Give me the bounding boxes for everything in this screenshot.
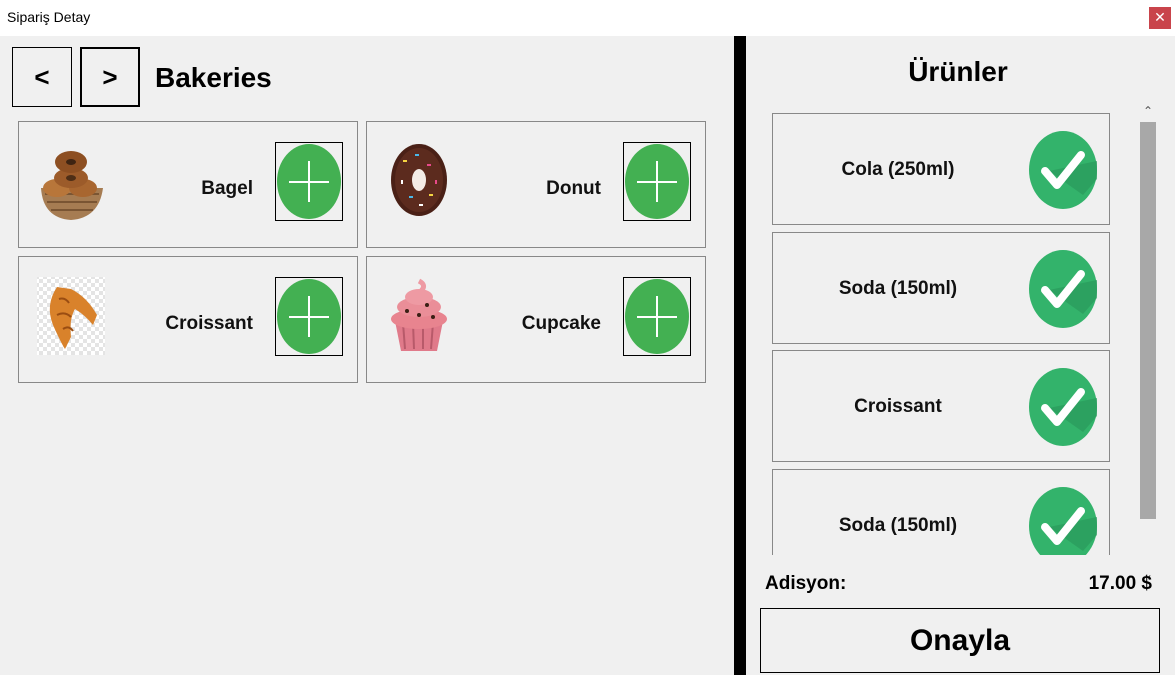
product-card-bagel: Bagel <box>18 121 358 248</box>
list-item[interactable]: Soda (150ml) <box>772 232 1110 344</box>
product-name: Cupcake <box>521 313 601 334</box>
scroll-up-icon[interactable]: ⌃ <box>1138 102 1158 120</box>
product-name: Donut <box>546 178 601 199</box>
product-name: Croissant <box>165 313 253 334</box>
bill-total: 17.00 $ <box>1088 573 1152 594</box>
add-bagel-button[interactable] <box>275 142 343 221</box>
add-croissant-button[interactable] <box>275 277 343 356</box>
donut-image <box>391 144 447 216</box>
list-item[interactable]: Soda (150ml) <box>772 469 1110 555</box>
check-icon <box>1029 250 1097 328</box>
add-cupcake-button[interactable] <box>623 277 691 356</box>
product-card-croissant: Croissant <box>18 256 358 383</box>
check-icon <box>1029 487 1097 555</box>
order-item-name: Cola (250ml) <box>841 159 955 180</box>
order-list-scrollbar[interactable]: ⌃ ⌄ <box>1138 100 1158 581</box>
bill-label: Adisyon: <box>765 573 847 594</box>
plus-icon <box>625 144 689 219</box>
order-item-name: Croissant <box>854 396 942 417</box>
order-item-name: Soda (150ml) <box>838 278 958 299</box>
confirm-button[interactable]: Onayla <box>760 608 1160 673</box>
title-bar: Sipariş Detay ✕ <box>0 0 1175 36</box>
list-item[interactable]: Cola (250ml) <box>772 113 1110 225</box>
plus-icon <box>625 279 689 354</box>
product-card-donut: Donut <box>366 121 706 248</box>
window-title: Sipariş Detay <box>7 9 91 25</box>
close-button[interactable]: ✕ <box>1149 7 1171 29</box>
check-icon <box>1029 368 1097 446</box>
croissant-image <box>37 277 105 355</box>
prev-category-button[interactable]: < <box>12 47 72 107</box>
category-title: Bakeries <box>155 62 272 93</box>
product-card-cupcake: Cupcake <box>366 256 706 383</box>
plus-icon <box>277 144 341 219</box>
product-name: Bagel <box>201 178 253 199</box>
order-list[interactable]: Cola (250ml) Soda (150ml) Croissant Soda… <box>772 113 1112 555</box>
panel-divider <box>734 36 746 675</box>
plus-icon <box>277 279 341 354</box>
bagel-image <box>41 151 103 220</box>
order-title: Ürünler <box>908 56 1008 87</box>
check-icon <box>1029 131 1097 209</box>
order-panel: Ürünler Cola (250ml) Soda (150ml) Croiss… <box>746 36 1175 675</box>
order-item-name: Soda (150ml) <box>838 515 958 536</box>
add-donut-button[interactable] <box>623 142 691 221</box>
scrollbar-thumb[interactable] <box>1140 122 1156 519</box>
cupcake-image <box>391 278 447 351</box>
catalog-panel: < > Bakeries Bagel Donut Croissant Cupca… <box>0 36 734 675</box>
next-category-button[interactable]: > <box>80 47 140 107</box>
list-item[interactable]: Croissant <box>772 350 1110 462</box>
